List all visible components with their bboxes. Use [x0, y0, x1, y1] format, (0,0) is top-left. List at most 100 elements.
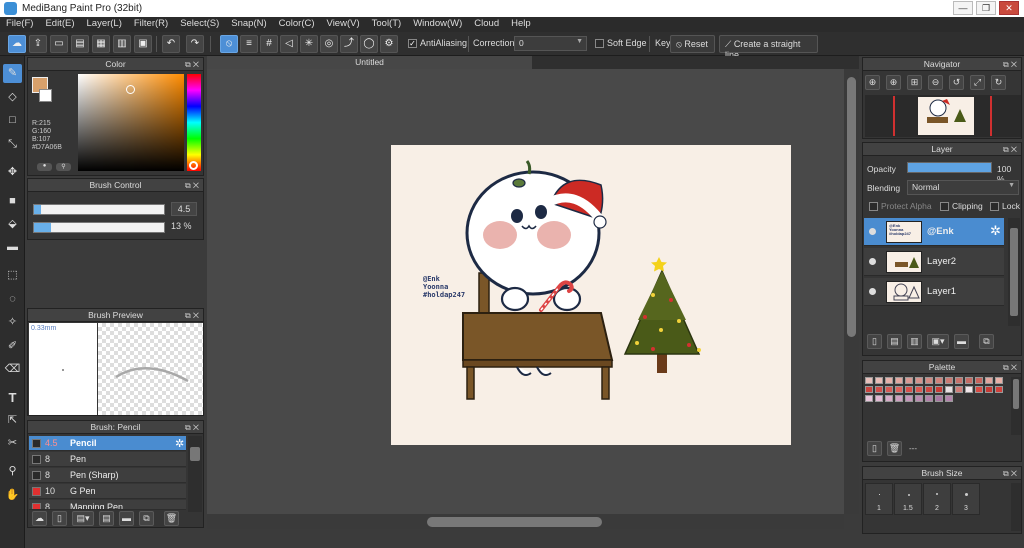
- palette-swatch[interactable]: [925, 395, 933, 402]
- palette-swatch[interactable]: [945, 395, 953, 402]
- select-rect-tool-icon[interactable]: ⬚: [3, 266, 22, 285]
- palette-swatch[interactable]: [895, 377, 903, 384]
- menu-edit[interactable]: Edit(E): [39, 17, 80, 30]
- bucket-tool-icon[interactable]: ⬙: [3, 215, 22, 234]
- palette-swatch[interactable]: [965, 377, 973, 384]
- float-close-icon[interactable]: ⧉ ✕: [185, 421, 199, 434]
- float-close-icon[interactable]: ⧉ ✕: [1003, 143, 1017, 156]
- cross-snap-icon[interactable]: #: [260, 35, 278, 53]
- menu-filter[interactable]: Filter(R): [128, 17, 174, 30]
- eraser-tool-icon[interactable]: ◇: [3, 88, 22, 107]
- hue-slider[interactable]: [187, 74, 201, 171]
- brush-size-slider[interactable]: [33, 204, 165, 215]
- select-pen-tool-icon[interactable]: ✐: [3, 337, 22, 356]
- float-close-icon[interactable]: ⧉ ✕: [1003, 58, 1017, 71]
- palette-swatch[interactable]: [955, 386, 963, 393]
- layers-icon[interactable]: ▣: [134, 35, 152, 53]
- fill-rect-tool-icon[interactable]: ■: [3, 192, 22, 211]
- palette-swatch[interactable]: [915, 395, 923, 402]
- trash-icon[interactable]: 🗑: [887, 441, 902, 456]
- gear-icon[interactable]: ✲: [990, 223, 1001, 239]
- clipping-checkbox[interactable]: Clipping: [940, 201, 983, 212]
- add-color-icon[interactable]: ▯: [867, 441, 882, 456]
- palette-swatch[interactable]: [945, 377, 953, 384]
- comment-icon[interactable]: ▭: [50, 35, 68, 53]
- menu-select[interactable]: Select(S): [174, 17, 225, 30]
- palette-swatch[interactable]: [865, 386, 873, 393]
- folder-icon[interactable]: ▬: [954, 334, 969, 349]
- drawing-canvas[interactable]: @Enk Yoonna #holdap247: [391, 145, 791, 445]
- palette-swatch[interactable]: [885, 395, 893, 402]
- operation-tool-icon[interactable]: ⇱: [3, 411, 22, 430]
- text-tool-icon[interactable]: T: [3, 388, 22, 407]
- folder-icon[interactable]: ▬: [119, 511, 134, 526]
- new-layer-icon[interactable]: ▯: [867, 334, 882, 349]
- vertical-scrollbar[interactable]: [844, 69, 859, 514]
- float-close-icon[interactable]: ⧉ ✕: [1003, 361, 1017, 374]
- soft-edge-checkbox[interactable]: Soft Edge: [595, 38, 647, 49]
- brush-item-pencil[interactable]: 4.5 Pencil ✲: [29, 436, 186, 451]
- menu-file[interactable]: File(F): [0, 17, 39, 30]
- grid-icon[interactable]: ▥: [113, 35, 131, 53]
- eyedropper-small-icon[interactable]: ⚲: [56, 163, 71, 171]
- palette-swatch[interactable]: [875, 395, 883, 402]
- antialiasing-checkbox[interactable]: ✓ AntiAliasing: [408, 38, 467, 49]
- palette-swatch[interactable]: [985, 386, 993, 393]
- radial-snap-icon[interactable]: ✳: [300, 35, 318, 53]
- brush-list-scrollbar[interactable]: [188, 436, 202, 512]
- float-close-icon[interactable]: ⧉ ✕: [185, 179, 199, 192]
- palette-swatch[interactable]: [895, 386, 903, 393]
- document-icon[interactable]: ▦: [92, 35, 110, 53]
- redo-icon[interactable]: ↷: [186, 35, 204, 53]
- brush-opacity-slider[interactable]: [33, 222, 165, 233]
- palette-swatch[interactable]: [945, 386, 953, 393]
- navigator-preview[interactable]: [865, 95, 1021, 137]
- layer-row-enk[interactable]: @Enk Yoonna #holdap247 @Enk ✲: [864, 218, 1004, 246]
- palette-swatch[interactable]: [905, 386, 913, 393]
- palette-swatch[interactable]: [895, 395, 903, 402]
- palette-swatch[interactable]: [885, 386, 893, 393]
- magic-wand-tool-icon[interactable]: ✧: [3, 313, 22, 332]
- palette-swatch[interactable]: [905, 377, 913, 384]
- menu-snap[interactable]: Snap(N): [225, 17, 272, 30]
- palette-swatch[interactable]: [915, 377, 923, 384]
- menu-window[interactable]: Window(W): [407, 17, 468, 30]
- menu-help[interactable]: Help: [505, 17, 537, 30]
- palette-swatch[interactable]: [935, 395, 943, 402]
- eyedropper-tool-icon[interactable]: ⚲: [3, 462, 22, 481]
- float-close-icon[interactable]: ⧉ ✕: [185, 58, 199, 71]
- brush-size-value[interactable]: 4.5: [171, 202, 197, 216]
- float-close-icon[interactable]: ⧉ ✕: [1003, 467, 1017, 480]
- rotate-right-icon[interactable]: ↻: [991, 75, 1006, 90]
- brush-item-mapping-pen[interactable]: 8 Mapping Pen: [29, 500, 186, 510]
- brush-size-option[interactable]: 2: [923, 483, 951, 515]
- cloud-icon[interactable]: ☁: [8, 35, 26, 53]
- circle-snap-icon[interactable]: ◯: [360, 35, 378, 53]
- zoom-in-icon[interactable]: ⊕: [886, 75, 901, 90]
- brush-size-option[interactable]: 3: [952, 483, 980, 515]
- palette-swatch[interactable]: [925, 377, 933, 384]
- palette-swatch[interactable]: [865, 377, 873, 384]
- duplicate-icon[interactable]: ⧉: [139, 511, 154, 526]
- menu-layer[interactable]: Layer(L): [81, 17, 128, 30]
- float-close-icon[interactable]: ⧉ ✕: [185, 309, 199, 322]
- snap-off-icon[interactable]: ⦸: [220, 35, 238, 53]
- palette-swatch[interactable]: [935, 377, 943, 384]
- move-tool-icon[interactable]: ✥: [3, 163, 22, 182]
- hand-tool-icon[interactable]: ✋: [3, 486, 22, 505]
- brush-item-g-pen[interactable]: 10 G Pen: [29, 484, 186, 499]
- copy-brush-icon[interactable]: ▤: [99, 511, 114, 526]
- palette-swatch[interactable]: [875, 377, 883, 384]
- zoom-out-icon[interactable]: ⊖: [928, 75, 943, 90]
- visibility-eye-icon[interactable]: [869, 228, 876, 235]
- close-button[interactable]: ✕: [999, 1, 1019, 15]
- correction-select[interactable]: 0 ▼: [514, 36, 587, 51]
- reset-button[interactable]: ⦸ Reset: [670, 35, 715, 53]
- divide-tool-icon[interactable]: ✂: [3, 434, 22, 453]
- minimize-button[interactable]: —: [953, 1, 973, 15]
- palette-swatch[interactable]: [965, 386, 973, 393]
- menu-view[interactable]: View(V): [321, 17, 366, 30]
- menu-tool[interactable]: Tool(T): [366, 17, 408, 30]
- palette-swatch[interactable]: [975, 377, 983, 384]
- rotate-left-icon[interactable]: ↺: [949, 75, 964, 90]
